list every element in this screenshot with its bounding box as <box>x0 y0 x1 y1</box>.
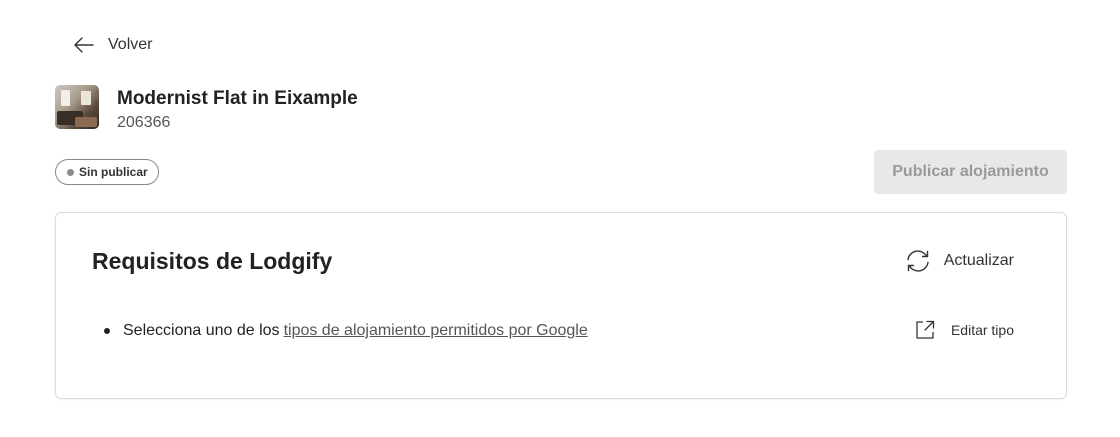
property-summary: Modernist Flat in Eixample 206366 <box>55 85 358 132</box>
status-dot-icon <box>67 168 74 176</box>
back-label: Volver <box>108 36 153 53</box>
requirements-card: Requisitos de Lodgify Actualizar Selecci… <box>55 212 1067 399</box>
refresh-button[interactable]: Actualizar <box>904 249 1014 273</box>
back-link[interactable]: Volver <box>74 36 152 54</box>
property-name: Modernist Flat in Eixample <box>117 88 358 109</box>
requirement-item: Selecciona uno de los tipos de alojamien… <box>104 322 588 340</box>
allowed-types-link[interactable]: tipos de alojamiento permitidos por Goog… <box>284 322 588 340</box>
bullet-icon <box>104 328 110 334</box>
property-thumbnail <box>55 85 99 129</box>
arrow-left-icon <box>74 37 94 53</box>
external-link-icon <box>916 320 935 339</box>
status-badge: Sin publicar <box>55 159 159 185</box>
refresh-icon <box>907 250 929 272</box>
status-label: Sin publicar <box>79 165 148 179</box>
requirement-text: Selecciona uno de los <box>123 322 280 339</box>
property-id: 206366 <box>117 114 171 131</box>
refresh-label: Actualizar <box>943 252 1014 269</box>
edit-type-label: Editar tipo <box>950 322 1014 338</box>
publish-button[interactable]: Publicar alojamiento <box>874 150 1067 194</box>
card-title: Requisitos de Lodgify <box>92 248 333 274</box>
edit-type-button[interactable]: Editar tipo <box>915 320 1014 340</box>
